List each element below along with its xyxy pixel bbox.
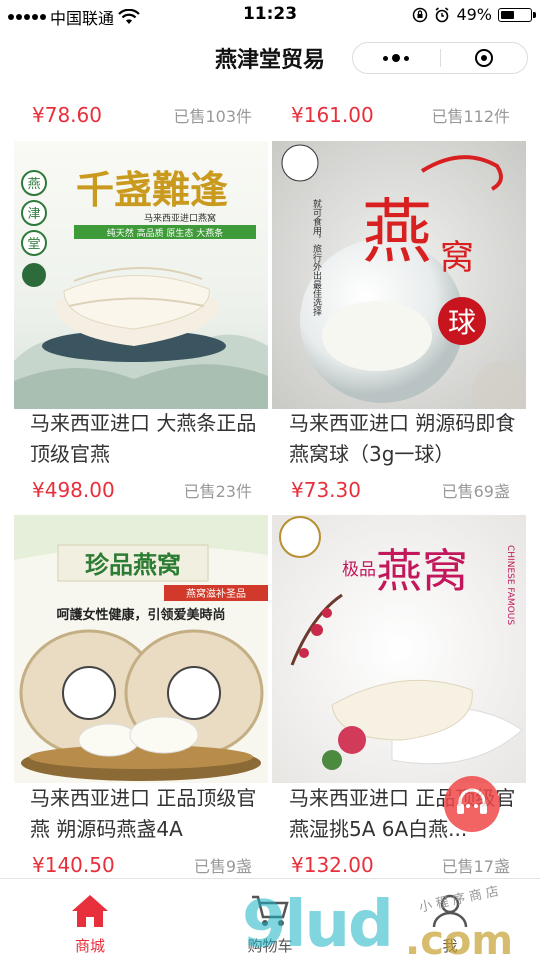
product-name[interactable]: 马来西亚进口 朔源码即食燕窝球（3g一球） <box>289 408 529 470</box>
alarm-icon <box>435 6 449 22</box>
product-image[interactable]: 燕 窝 球 就可食用，旅行外出最佳选择 <box>272 141 526 409</box>
tab-label: 商城 <box>74 937 105 955</box>
product-price: ¥161.00 <box>291 103 374 127</box>
product-image[interactable]: 珍品燕窝 燕窝滋补圣品 呵護女性健康，引领爱美時尚 <box>14 515 268 783</box>
product-sold-count: 已售17盏 <box>441 857 510 876</box>
product-price: ¥132.00 <box>291 853 374 877</box>
product-image[interactable]: 极品 燕窝 CHINESE FAMOUS <box>272 515 526 783</box>
image-subtitle: 马来西亚进口燕窝 <box>144 212 216 224</box>
image-slogan: 呵護女性健康，引领爱美時尚 <box>56 607 225 623</box>
svg-text:燕: 燕 <box>27 177 40 192</box>
target-circle-icon <box>474 49 493 67</box>
status-right: 49% <box>412 5 536 24</box>
product-image[interactable]: 燕 津 堂 千盏難逢 马来西亚进口燕窝 纯天然 高品质 原生态 大燕条 <box>14 141 268 409</box>
svg-text:堂: 堂 <box>27 237 40 252</box>
product-price: ¥498.00 <box>32 478 115 502</box>
more-button[interactable] <box>353 43 440 73</box>
product-sold-count: 已售103件 <box>173 107 252 126</box>
close-button[interactable] <box>441 43 528 73</box>
image-ribbon: 燕窝滋补圣品 <box>186 587 246 600</box>
tab-home[interactable]: 商城 <box>0 879 180 961</box>
product-price: ¥140.50 <box>32 853 115 877</box>
watermark-brand: 9lud <box>242 888 394 962</box>
product-price: ¥73.30 <box>291 478 361 502</box>
status-bar: 中国联通 11:23 49% <box>0 0 540 30</box>
image-side-text: 就可食用，旅行外出最佳选择 <box>311 198 322 317</box>
image-side-text: CHINESE FAMOUS <box>505 545 515 625</box>
orientation-lock-icon <box>413 7 428 22</box>
image-tags: 纯天然 高品质 原生态 大燕条 <box>107 227 224 239</box>
image-sub-char: 窝 <box>440 238 474 278</box>
home-icon <box>72 895 108 927</box>
svg-text:津: 津 <box>27 207 40 222</box>
image-small-text: 极品 <box>342 560 376 580</box>
image-big-text: 燕窝 <box>376 544 468 598</box>
product-sold-count: 已售69盏 <box>441 482 510 501</box>
image-badge: 球 <box>448 306 476 339</box>
product-sold-count: 已售9盏 <box>193 857 252 876</box>
product-name[interactable]: 马来西亚进口 大燕条正品顶级官燕 <box>30 408 270 470</box>
battery-level <box>501 10 514 19</box>
product-name[interactable]: 马来西亚进口 正品顶级官燕 朔源码燕盏4A <box>30 783 270 845</box>
product-sold-count: 已售112件 <box>431 107 510 126</box>
customer-service-button[interactable] <box>444 776 500 832</box>
battery-icon <box>498 7 536 22</box>
miniprogram-capsule <box>352 42 528 74</box>
more-dots-icon <box>383 54 410 62</box>
battery-percent: 49% <box>456 5 492 24</box>
product-price: ¥78.60 <box>32 103 102 127</box>
watermark-suffix: .com <box>405 918 514 964</box>
image-headline: 珍品燕窝 <box>85 550 181 579</box>
navigation-bar: 燕津堂贸易 <box>0 30 540 86</box>
product-sold-count: 已售23件 <box>183 482 252 501</box>
headset-icon <box>457 788 487 814</box>
image-big-char: 燕 <box>362 191 432 273</box>
image-headline: 千盏難逢 <box>76 167 228 212</box>
